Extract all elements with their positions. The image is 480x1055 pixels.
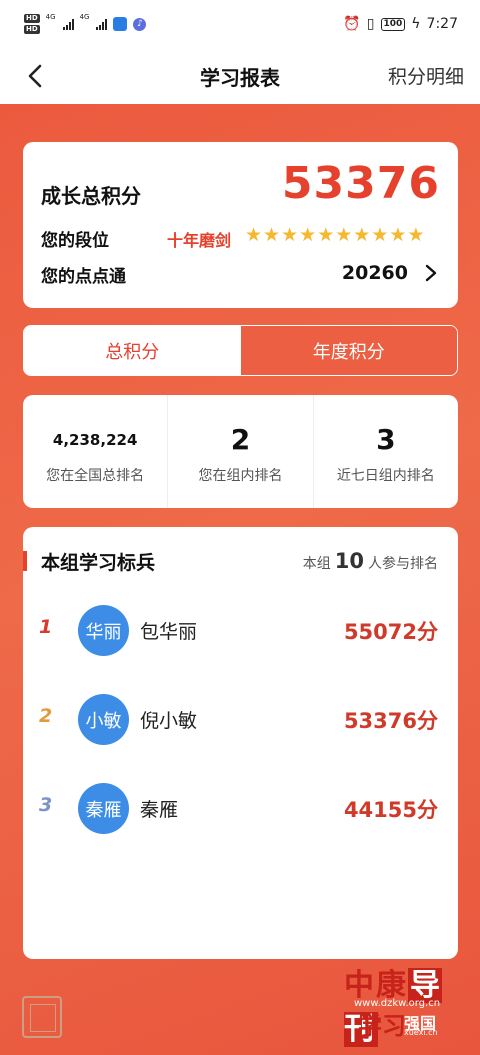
- points-detail-link[interactable]: 积分明细: [388, 62, 464, 89]
- list-item[interactable]: 1 华丽 包华丽 55072分: [23, 600, 458, 660]
- national-rank-label: 您在全国总排名: [46, 468, 145, 484]
- star-icon: ★: [371, 224, 389, 246]
- star-icon: ★: [245, 224, 263, 246]
- network-label-1: 4G: [45, 13, 56, 21]
- member-score: 55072分: [343, 620, 438, 644]
- status-bar: HD HD 4G 4G ♪ ⏰ ▯ 100 ϟ 7:27: [0, 0, 480, 48]
- list-item[interactable]: 3 秦雁 秦雁 44155分: [23, 778, 458, 838]
- member-name: 包华丽: [140, 621, 198, 643]
- alarm-icon: ⏰: [343, 16, 361, 32]
- member-score: 53376分: [343, 709, 438, 733]
- signal-icon-1: [62, 18, 74, 30]
- charging-icon: ϟ: [411, 16, 421, 32]
- tab-total-score[interactable]: 总积分: [24, 326, 241, 375]
- list-item[interactable]: 2 小敏 倪小敏 53376分: [23, 689, 458, 749]
- hd-badge-2: HD: [24, 25, 40, 34]
- hd-badge-1: HD: [24, 14, 40, 23]
- week-rank: 3 近七日组内排名: [312, 395, 458, 508]
- star-icon: ★: [263, 224, 281, 246]
- points-label: 您的点点通: [41, 267, 126, 287]
- member-name: 秦雁: [140, 799, 179, 821]
- participant-count: 本组 10 人参与排名: [303, 549, 438, 573]
- avatar: 秦雁: [78, 783, 129, 834]
- clock-time: 7:27: [426, 16, 458, 32]
- battery-icon: 100: [380, 17, 406, 31]
- points-value: 20260: [341, 262, 408, 284]
- member-score: 44155分: [343, 798, 438, 822]
- participant-prefix: 本组: [302, 556, 331, 572]
- group-rank-value: 2: [230, 423, 251, 456]
- star-icon: ★: [407, 224, 425, 246]
- star-icon: ★: [353, 224, 371, 246]
- star-icon: ★: [389, 224, 407, 246]
- app-header: 学习报表 积分明细: [0, 48, 480, 104]
- status-left: HD HD 4G 4G ♪: [24, 13, 147, 34]
- rank-number: 1: [39, 616, 53, 638]
- participant-suffix: 人参与排名: [368, 556, 438, 572]
- leaderboard-title: 本组学习标兵: [41, 552, 156, 574]
- music-notification-icon: ♪: [133, 17, 147, 31]
- leaderboard-card: 本组学习标兵 本组 10 人参与排名 1 华丽 包华丽 55072分 2 小敏 …: [23, 527, 458, 959]
- rank-number: 3: [39, 794, 53, 816]
- group-rank-label: 您在组内排名: [198, 468, 283, 484]
- week-rank-label: 近七日组内排名: [336, 468, 435, 484]
- section-marker: [23, 551, 27, 571]
- status-right: ⏰ ▯ 100 ϟ 7:27: [343, 16, 458, 32]
- national-rank: 4,238,224 您在全国总排名: [23, 395, 167, 508]
- watermark-logo: 中康导刊 www.dzkw.org.cn 学习 强国 xuexi.cn: [344, 960, 474, 1047]
- watermark-logo-url: xuexi.cn: [404, 1028, 438, 1037]
- watermark-logo-text: 学习: [358, 1011, 406, 1040]
- star-icon: ★: [335, 224, 353, 246]
- rankings-card: 4,238,224 您在全国总排名 2 您在组内排名 3 近七日组内排名: [23, 395, 458, 508]
- signal-icon-2: [96, 18, 108, 30]
- member-name: 倪小敏: [140, 710, 198, 732]
- rank-level-name: 十年磨剑: [167, 231, 232, 250]
- participant-number: 10: [334, 549, 364, 573]
- week-rank-value: 3: [376, 423, 396, 456]
- vibrate-icon: ▯: [366, 16, 375, 32]
- tab-annual-score[interactable]: 年度积分: [240, 326, 457, 375]
- app-notification-icon: [113, 17, 128, 31]
- seal-stamp-icon: [22, 996, 62, 1038]
- score-summary-card: 成长总积分 53376 您的段位 十年磨剑 ★ ★ ★ ★ ★ ★ ★ ★ ★ ★ 您的点点通 2…: [23, 142, 458, 308]
- hd-indicators: HD HD: [24, 14, 40, 34]
- star-icon: ★: [281, 224, 299, 246]
- group-rank: 2 您在组内排名: [167, 395, 312, 508]
- avatar: 华丽: [78, 605, 129, 656]
- network-label-2: 4G: [79, 13, 90, 21]
- avatar: 小敏: [78, 694, 129, 745]
- star-icon: ★: [299, 224, 317, 246]
- rank-stars: ★ ★ ★ ★ ★ ★ ★ ★ ★ ★: [245, 224, 424, 246]
- total-score-value: 53376: [281, 158, 440, 209]
- rank-level-label: 您的段位: [41, 231, 109, 251]
- rank-number: 2: [39, 705, 53, 727]
- national-rank-value: 4,238,224: [52, 431, 138, 449]
- score-tabs: 总积分 年度积分: [23, 325, 458, 376]
- total-score-title: 成长总积分: [41, 184, 141, 208]
- star-icon: ★: [317, 224, 335, 246]
- chevron-right-icon[interactable]: [424, 263, 438, 288]
